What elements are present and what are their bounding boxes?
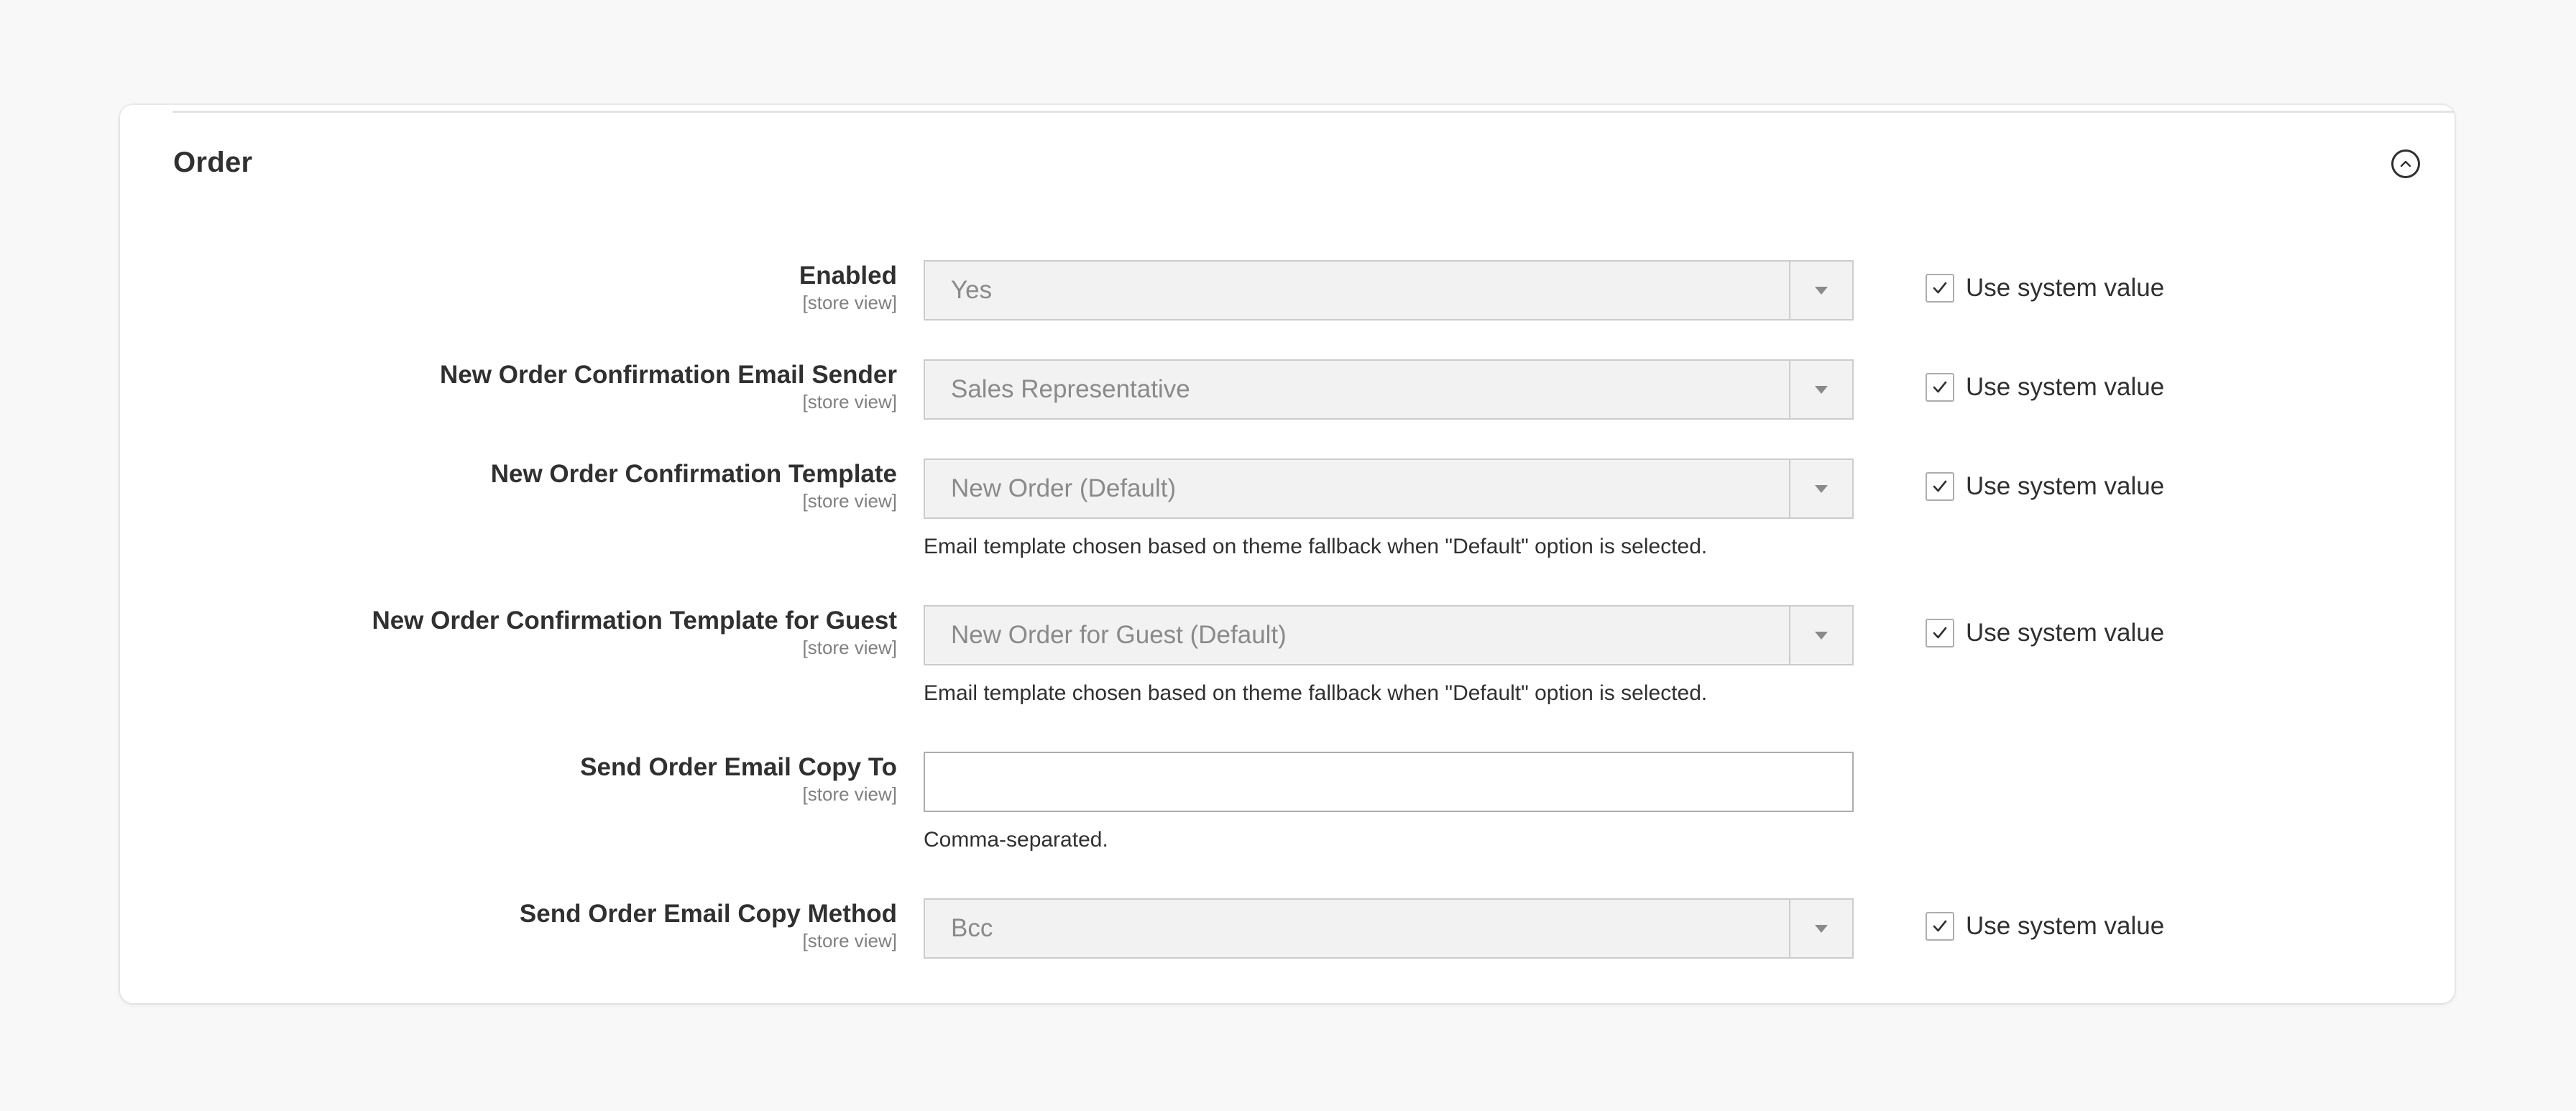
copy-to-input[interactable]	[924, 752, 1854, 812]
field-label-block: Enabled [store view]	[799, 260, 897, 313]
select-value: Yes	[951, 276, 993, 304]
chevron-down-icon	[1815, 631, 1828, 640]
dropdown-toggle[interactable]	[1789, 460, 1852, 517]
field-label: Send Order Email Copy Method	[519, 900, 897, 928]
scope-hint: [store view]	[802, 637, 898, 658]
chevron-down-icon	[1815, 924, 1828, 933]
select-value: Bcc	[951, 914, 993, 942]
dropdown-toggle[interactable]	[1789, 262, 1852, 319]
field-label: New Order Confirmation Template	[490, 460, 897, 488]
field-label: New Order Confirmation Email Sender	[440, 361, 897, 389]
field-label-block: Send Order Email Copy To [store view]	[580, 752, 897, 805]
scope-hint: [store view]	[802, 783, 898, 805]
field-label-block: New Order Confirmation Template for Gues…	[372, 605, 897, 658]
checkmark-icon	[1933, 627, 1947, 639]
checkmark-icon	[1933, 381, 1947, 393]
use-system-value-toggle[interactable]: Use system value	[1926, 373, 2164, 402]
use-system-value-checkbox[interactable]	[1926, 619, 1954, 647]
checkmark-icon	[1933, 480, 1947, 492]
chevron-down-icon	[1815, 286, 1828, 295]
use-system-value-checkbox[interactable]	[1926, 912, 1954, 941]
select-value: Sales Representative	[951, 375, 1190, 403]
field-label: Enabled	[799, 262, 897, 290]
use-system-value-toggle[interactable]: Use system value	[1926, 619, 2164, 647]
select-value: New Order for Guest (Default)	[951, 621, 1287, 649]
use-system-value-toggle[interactable]: Use system value	[1926, 912, 2164, 941]
guest-template-select[interactable]: New Order for Guest (Default)	[924, 605, 1854, 665]
use-system-value-checkbox[interactable]	[1926, 472, 1954, 501]
collapse-button[interactable]	[2391, 149, 2420, 178]
section-divider	[172, 111, 2455, 113]
checkmark-icon	[1933, 920, 1947, 932]
use-system-value-label: Use system value	[1966, 912, 2165, 940]
copy-method-select[interactable]: Bcc	[924, 898, 1854, 959]
scope-hint: [store view]	[802, 930, 898, 951]
use-system-value-label: Use system value	[1966, 472, 2165, 500]
chevron-up-circle-icon	[2400, 160, 2411, 167]
select-value: New Order (Default)	[951, 474, 1177, 502]
template-select[interactable]: New Order (Default)	[924, 458, 1854, 519]
use-system-value-label: Use system value	[1966, 619, 2165, 647]
use-system-value-checkbox[interactable]	[1926, 373, 1954, 402]
use-system-value-toggle[interactable]: Use system value	[1926, 472, 2164, 501]
field-label-block: New Order Confirmation Email Sender [sto…	[440, 359, 897, 412]
chevron-down-icon	[1815, 484, 1828, 493]
checkmark-icon	[1933, 282, 1947, 294]
field-note: Email template chosen based on theme fal…	[924, 681, 1708, 705]
section-title[interactable]: Order	[173, 147, 252, 179]
chevron-down-icon	[1815, 385, 1828, 394]
field-label-block: Send Order Email Copy Method [store view…	[520, 898, 897, 951]
field-note: Comma-separated.	[924, 828, 1108, 852]
enabled-select[interactable]: Yes	[924, 260, 1854, 321]
dropdown-toggle[interactable]	[1789, 900, 1852, 957]
use-system-value-checkbox[interactable]	[1926, 274, 1954, 303]
dropdown-toggle[interactable]	[1789, 361, 1852, 418]
use-system-value-label: Use system value	[1966, 373, 2165, 401]
field-note: Email template chosen based on theme fal…	[924, 535, 1708, 558]
field-label-block: New Order Confirmation Template [store v…	[491, 458, 897, 512]
order-section-card: Order Enabled [store view] Yes Use syste…	[120, 105, 2455, 1003]
scope-hint: [store view]	[802, 292, 898, 313]
use-system-value-toggle[interactable]: Use system value	[1926, 274, 2164, 303]
email-sender-select[interactable]: Sales Representative	[924, 359, 1854, 420]
scope-hint: [store view]	[802, 391, 898, 412]
use-system-value-label: Use system value	[1966, 274, 2165, 302]
dropdown-toggle[interactable]	[1789, 607, 1852, 664]
scope-hint: [store view]	[802, 490, 898, 512]
field-label: Send Order Email Copy To	[580, 753, 897, 781]
field-label: New Order Confirmation Template for Gues…	[372, 607, 897, 635]
